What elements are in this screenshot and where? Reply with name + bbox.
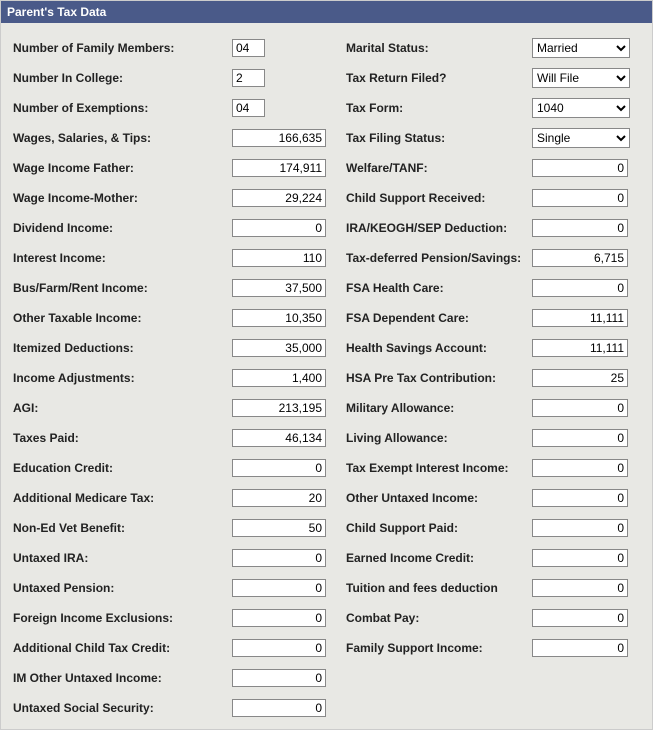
left-column: Number of Family Members: Number In Coll… (13, 33, 332, 723)
input-fsa-dep[interactable] (532, 309, 628, 327)
input-bus-farm-rent[interactable] (232, 279, 326, 297)
label-untaxed-pension: Untaxed Pension: (13, 581, 232, 595)
label-living: Living Allowance: (346, 431, 532, 445)
input-other-untaxed[interactable] (532, 489, 628, 507)
input-child-support-rec[interactable] (532, 189, 628, 207)
select-tax-filing-status[interactable]: SingleMarriedHead of Household (532, 128, 630, 148)
label-hsa-pre-tax: HSA Pre Tax Contribution: (346, 371, 532, 385)
input-tuition-fees[interactable] (532, 579, 628, 597)
label-tax-form: Tax Form: (346, 101, 532, 115)
label-child-support-rec: Child Support Received: (346, 191, 532, 205)
label-welfare: Welfare/TANF: (346, 161, 532, 175)
select-tax-return-filed[interactable]: Will FileFiledWill Not File (532, 68, 630, 88)
label-marital-status: Marital Status: (346, 41, 532, 55)
input-living[interactable] (532, 429, 628, 447)
panel-title: Parent's Tax Data (1, 1, 652, 23)
input-wages[interactable] (232, 129, 326, 147)
label-tax-return-filed: Tax Return Filed? (346, 71, 532, 85)
label-tax-filing-status: Tax Filing Status: (346, 131, 532, 145)
label-add-medicare: Additional Medicare Tax: (13, 491, 232, 505)
input-untaxed-ira[interactable] (232, 549, 326, 567)
label-wage-father: Wage Income Father: (13, 161, 232, 175)
label-fsa-dep: FSA Dependent Care: (346, 311, 532, 325)
label-combat-pay: Combat Pay: (346, 611, 532, 625)
input-itemized[interactable] (232, 339, 326, 357)
label-taxes-paid: Taxes Paid: (13, 431, 232, 445)
input-hsa-pre-tax[interactable] (532, 369, 628, 387)
label-untaxed-ss: Untaxed Social Security: (13, 701, 232, 715)
right-column: Marital Status:MarriedSingleSeparated Ta… (346, 33, 634, 723)
label-tax-exempt-int: Tax Exempt Interest Income: (346, 461, 532, 475)
select-tax-form[interactable]: 10401040A1040EZ (532, 98, 630, 118)
label-foreign-excl: Foreign Income Exclusions: (13, 611, 232, 625)
label-ira-keogh: IRA/KEOGH/SEP Deduction: (346, 221, 532, 235)
input-hsa[interactable] (532, 339, 628, 357)
label-num-exemptions: Number of Exemptions: (13, 101, 232, 115)
input-noned-vet[interactable] (232, 519, 326, 537)
label-military: Military Allowance: (346, 401, 532, 415)
input-interest[interactable] (232, 249, 326, 267)
input-untaxed-pension[interactable] (232, 579, 326, 597)
input-military[interactable] (532, 399, 628, 417)
label-other-taxable: Other Taxable Income: (13, 311, 232, 325)
input-ira-keogh[interactable] (532, 219, 628, 237)
input-im-other-untaxed[interactable] (232, 669, 326, 687)
input-welfare[interactable] (532, 159, 628, 177)
input-tax-def-pension[interactable] (532, 249, 628, 267)
label-other-untaxed: Other Untaxed Income: (346, 491, 532, 505)
label-dividend: Dividend Income: (13, 221, 232, 235)
label-agi: AGI: (13, 401, 232, 415)
input-add-medicare[interactable] (232, 489, 326, 507)
input-child-support-paid[interactable] (532, 519, 628, 537)
input-wage-father[interactable] (232, 159, 326, 177)
input-fsa-health[interactable] (532, 279, 628, 297)
label-edu-credit: Education Credit: (13, 461, 232, 475)
label-family-support: Family Support Income: (346, 641, 532, 655)
input-edu-credit[interactable] (232, 459, 326, 477)
input-num-exemptions[interactable] (232, 99, 265, 117)
label-tax-def-pension: Tax-deferred Pension/Savings: (346, 251, 532, 265)
label-num-family-members: Number of Family Members: (13, 41, 232, 55)
label-fsa-health: FSA Health Care: (346, 281, 532, 295)
input-income-adj[interactable] (232, 369, 326, 387)
label-num-in-college: Number In College: (13, 71, 232, 85)
input-taxes-paid[interactable] (232, 429, 326, 447)
input-other-taxable[interactable] (232, 309, 326, 327)
input-family-support[interactable] (532, 639, 628, 657)
select-marital-status[interactable]: MarriedSingleSeparated (532, 38, 630, 58)
label-bus-farm-rent: Bus/Farm/Rent Income: (13, 281, 232, 295)
input-add-child-tax[interactable] (232, 639, 326, 657)
label-eic: Earned Income Credit: (346, 551, 532, 565)
input-tax-exempt-int[interactable] (532, 459, 628, 477)
input-num-in-college[interactable] (232, 69, 265, 87)
label-hsa: Health Savings Account: (346, 341, 532, 355)
input-num-family-members[interactable] (232, 39, 265, 57)
label-itemized: Itemized Deductions: (13, 341, 232, 355)
label-wages: Wages, Salaries, & Tips: (13, 131, 232, 145)
input-wage-mother[interactable] (232, 189, 326, 207)
label-wage-mother: Wage Income-Mother: (13, 191, 232, 205)
input-agi[interactable] (232, 399, 326, 417)
input-foreign-excl[interactable] (232, 609, 326, 627)
label-tuition-fees: Tuition and fees deduction (346, 581, 532, 595)
parents-tax-data-panel: Parent's Tax Data Number of Family Membe… (0, 0, 653, 730)
label-child-support-paid: Child Support Paid: (346, 521, 532, 535)
input-eic[interactable] (532, 549, 628, 567)
label-interest: Interest Income: (13, 251, 232, 265)
input-untaxed-ss[interactable] (232, 699, 326, 717)
form-body: Number of Family Members: Number In Coll… (1, 23, 652, 729)
input-dividend[interactable] (232, 219, 326, 237)
label-noned-vet: Non-Ed Vet Benefit: (13, 521, 232, 535)
label-add-child-tax: Additional Child Tax Credit: (13, 641, 232, 655)
input-combat-pay[interactable] (532, 609, 628, 627)
label-income-adj: Income Adjustments: (13, 371, 232, 385)
label-untaxed-ira: Untaxed IRA: (13, 551, 232, 565)
label-im-other-untaxed: IM Other Untaxed Income: (13, 671, 232, 685)
